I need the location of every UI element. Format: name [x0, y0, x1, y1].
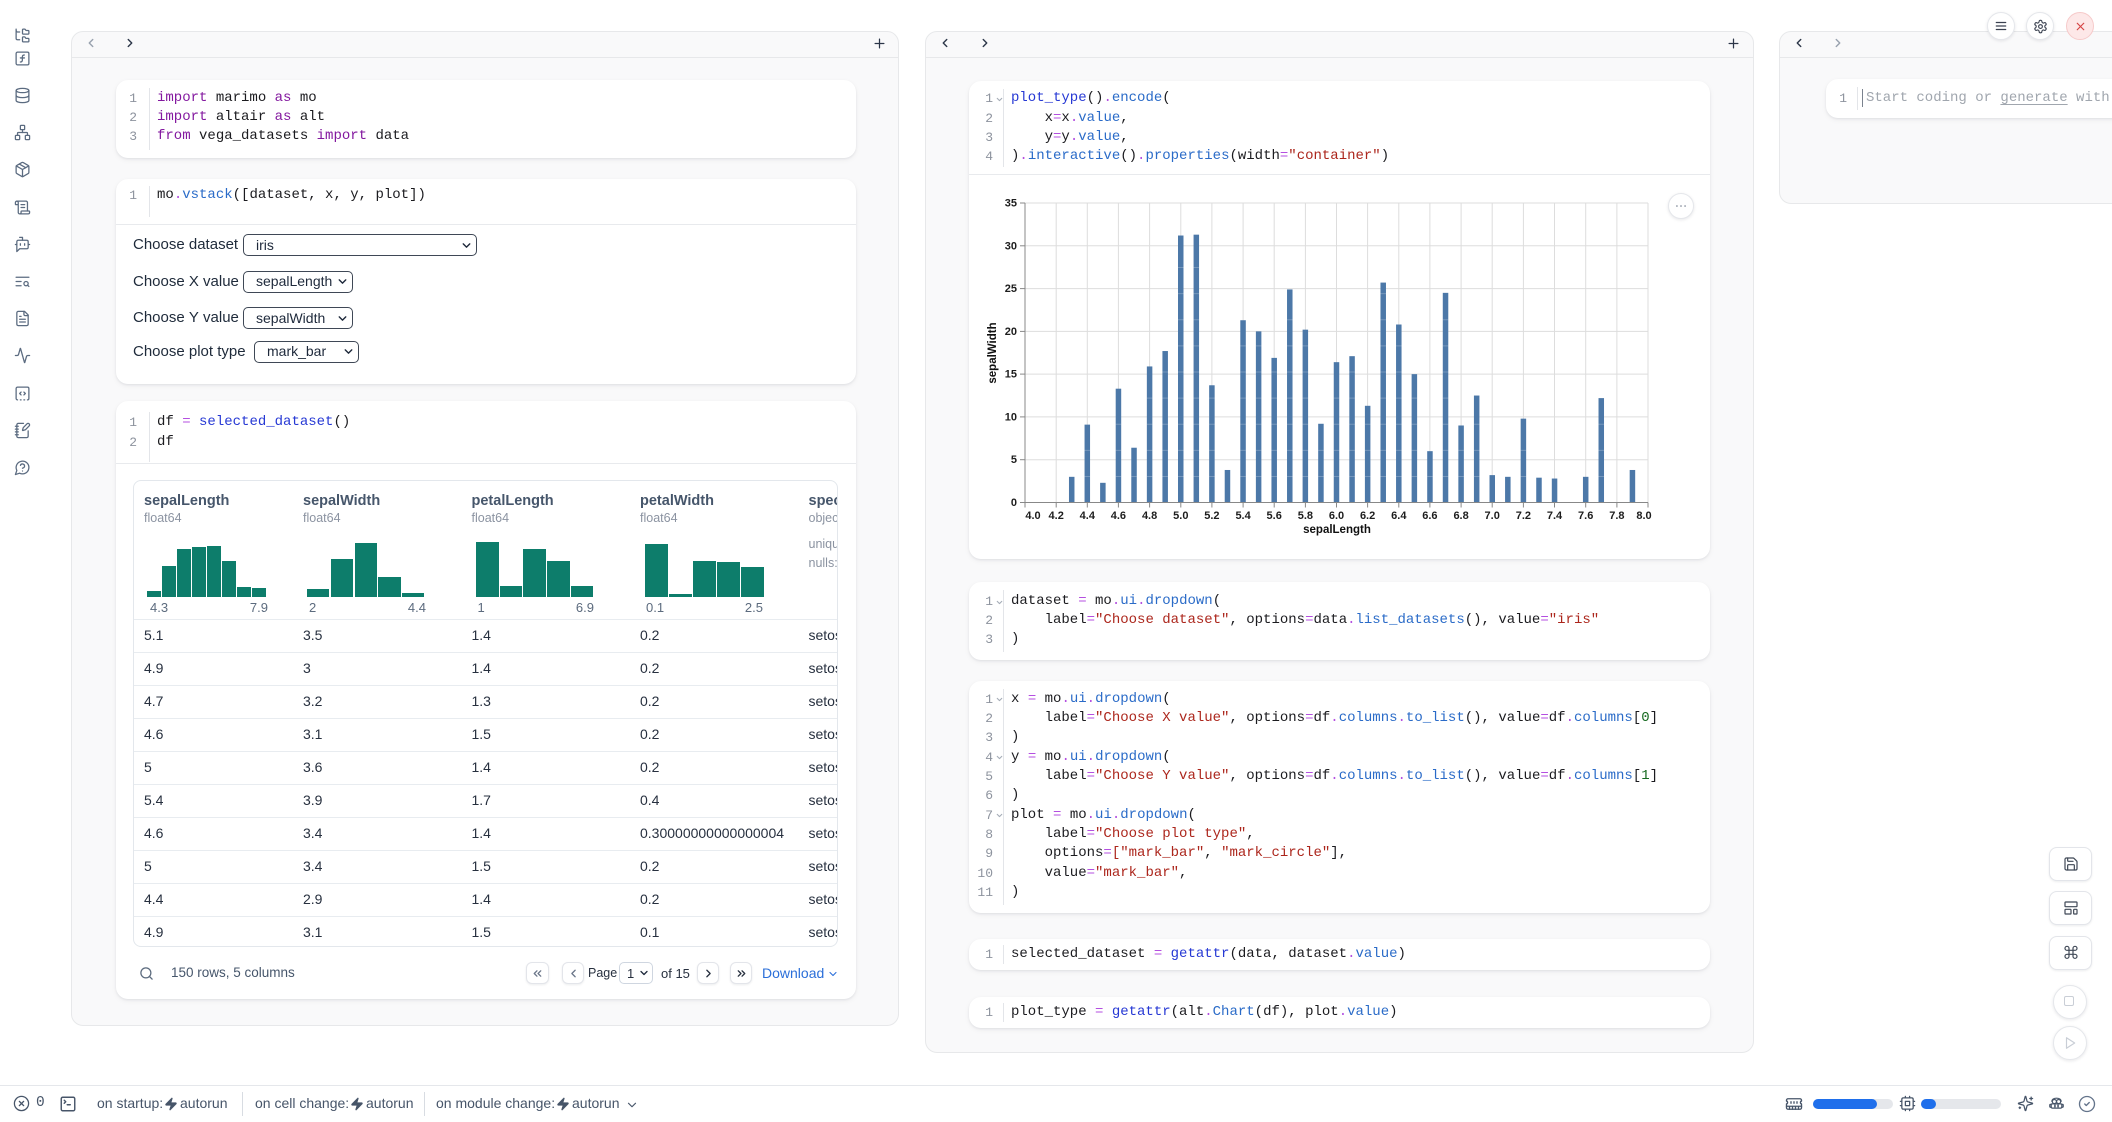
svg-text:6.2: 6.2	[1360, 510, 1375, 522]
svg-text:sepalLength: sepalLength	[1303, 524, 1371, 536]
svg-text:0: 0	[1011, 497, 1017, 509]
svg-text:5: 5	[1011, 454, 1017, 466]
svg-text:5.6: 5.6	[1267, 510, 1282, 522]
svg-text:10: 10	[1005, 411, 1017, 423]
svg-text:4.2: 4.2	[1049, 510, 1064, 522]
svg-text:5.4: 5.4	[1235, 510, 1251, 522]
svg-text:25: 25	[1005, 283, 1017, 295]
svg-text:7.6: 7.6	[1578, 510, 1593, 522]
svg-text:30: 30	[1005, 240, 1017, 252]
svg-text:5.0: 5.0	[1173, 510, 1188, 522]
svg-text:5.2: 5.2	[1204, 510, 1219, 522]
svg-text:6.6: 6.6	[1422, 510, 1437, 522]
svg-text:4.8: 4.8	[1142, 510, 1157, 522]
svg-text:7.0: 7.0	[1485, 510, 1500, 522]
svg-text:6.8: 6.8	[1453, 510, 1468, 522]
svg-text:4.6: 4.6	[1111, 510, 1126, 522]
svg-text:15: 15	[1005, 369, 1017, 381]
svg-text:4.0: 4.0	[1025, 510, 1040, 522]
svg-text:sepalWidth: sepalWidth	[987, 322, 999, 383]
svg-text:8.0: 8.0	[1636, 510, 1651, 522]
svg-text:6.4: 6.4	[1391, 510, 1407, 522]
svg-text:20: 20	[1005, 326, 1017, 338]
svg-text:6.0: 6.0	[1329, 510, 1344, 522]
svg-text:35: 35	[1005, 198, 1017, 210]
svg-text:7.2: 7.2	[1516, 510, 1531, 522]
svg-text:5.8: 5.8	[1298, 510, 1313, 522]
svg-text:7.4: 7.4	[1547, 510, 1563, 522]
svg-text:7.8: 7.8	[1609, 510, 1624, 522]
svg-text:4.4: 4.4	[1080, 510, 1096, 522]
